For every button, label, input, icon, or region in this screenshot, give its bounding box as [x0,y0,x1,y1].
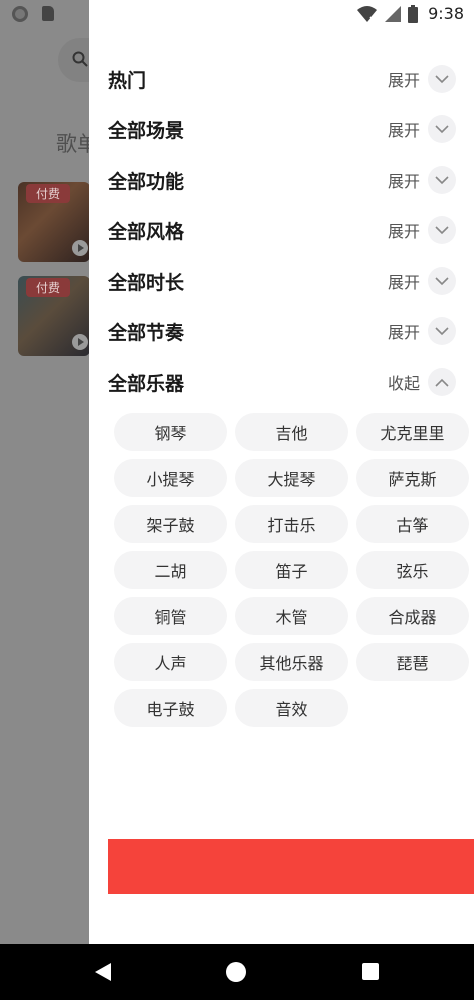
expand-toggle[interactable]: 展开 [388,216,456,244]
instrument-chip[interactable]: 吉他 [235,413,348,451]
chevron-down-icon [428,166,456,194]
sd-card-icon [42,6,54,21]
filter-title: 热门 [108,69,147,92]
instrument-chip[interactable]: 木管 [235,597,348,635]
filter-row-scene[interactable]: 全部场景 展开 [108,111,456,147]
recent-apps-icon[interactable] [362,963,379,980]
chevron-down-icon [428,216,456,244]
instrument-chip[interactable]: 萨克斯 [356,459,469,497]
toggle-label: 展开 [387,172,420,191]
notification-dot-icon [12,6,28,22]
chevron-up-icon [428,368,456,396]
chevron-down-icon [428,317,456,345]
instrument-chip[interactable]: 打击乐 [235,505,348,543]
chevron-down-icon [428,267,456,295]
signal-icon [385,5,402,22]
instrument-chip[interactable]: 其他乐器 [235,643,348,681]
instrument-chip[interactable]: 琵琶 [356,643,469,681]
toggle-label: 展开 [387,121,420,140]
play-icon [72,240,88,256]
filter-row-tempo[interactable]: 全部节奏 展开 [108,313,456,349]
instrument-chip[interactable]: 人声 [114,643,227,681]
instrument-chip[interactable]: 铜管 [114,597,227,635]
toggle-label: 收起 [387,374,420,393]
instrument-chip[interactable]: 架子鼓 [114,505,227,543]
instrument-chip[interactable]: 尤克里里 [356,413,469,451]
filter-title: 全部风格 [108,220,185,243]
toggle-label: 展开 [387,222,420,241]
battery-icon [408,4,419,23]
filter-title: 全部场景 [108,119,185,142]
expand-toggle[interactable]: 展开 [388,166,456,194]
expand-toggle[interactable]: 展开 [388,115,456,143]
paid-badge: 付费 [26,184,71,203]
status-icons: 9:38 [356,4,464,23]
collapse-toggle[interactable]: 收起 [388,368,456,396]
instrument-chip[interactable]: 音效 [235,689,348,727]
filter-title: 全部功能 [108,170,185,193]
expand-toggle[interactable]: 展开 [388,65,456,93]
expand-toggle[interactable]: 展开 [388,267,456,295]
instrument-chip[interactable]: 二胡 [114,551,227,589]
search-icon [72,51,88,67]
expand-toggle[interactable]: 展开 [388,317,456,345]
instrument-chip[interactable]: 大提琴 [235,459,348,497]
toggle-label: 展开 [387,71,420,90]
filter-drawer: 9:38 热门 展开 全部场景 展开 全部功能 展开 全部风格 展开 全部时长 … [89,0,474,944]
paid-badge: 付费 [26,278,71,297]
confirm-button[interactable] [108,839,474,894]
background-playlist-card: 付费 [18,182,90,262]
filter-row-function[interactable]: 全部功能 展开 [108,162,456,198]
wifi-icon [357,5,378,23]
instrument-chip[interactable]: 古筝 [356,505,469,543]
filter-title: 全部时长 [108,271,185,294]
filter-row-style[interactable]: 全部风格 展开 [108,212,456,248]
instrument-chip[interactable]: 合成器 [356,597,469,635]
filter-row-instrument[interactable]: 全部乐器 收起 [108,364,456,400]
home-icon[interactable] [226,962,246,982]
instrument-chip[interactable]: 电子鼓 [114,689,227,727]
filter-title: 全部乐器 [108,372,185,395]
filter-title: 全部节奏 [108,321,185,344]
chevron-down-icon [428,65,456,93]
instrument-chip-grid: 钢琴 吉他 尤克里里 小提琴 大提琴 萨克斯 架子鼓 打击乐 古筝 二胡 笛子 … [114,413,469,727]
status-time: 9:38 [428,4,464,23]
filter-row-hot[interactable]: 热门 展开 [108,61,456,97]
toggle-label: 展开 [387,323,420,342]
filter-row-duration[interactable]: 全部时长 展开 [108,263,456,299]
system-navigation-bar [0,944,474,1000]
instrument-chip[interactable]: 笛子 [235,551,348,589]
toggle-label: 展开 [387,273,420,292]
chevron-down-icon [428,115,456,143]
background-playlist-card: 付费 [18,276,90,356]
instrument-chip[interactable]: 钢琴 [114,413,227,451]
play-icon [72,334,88,350]
back-icon[interactable] [94,962,112,982]
instrument-chip[interactable]: 弦乐 [356,551,469,589]
instrument-chip[interactable]: 小提琴 [114,459,227,497]
